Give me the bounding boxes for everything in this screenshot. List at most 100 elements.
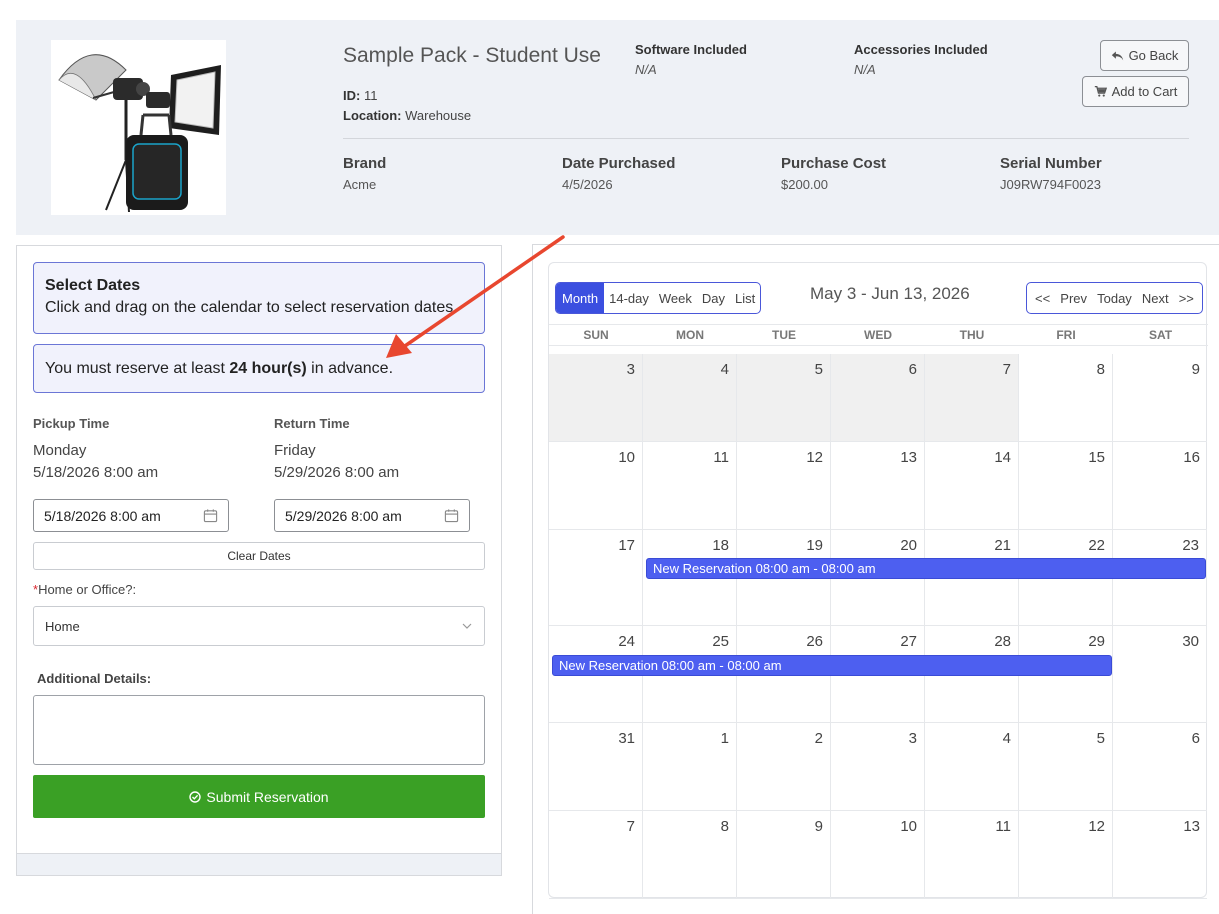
advance-notice-text: You must reserve at least 24 hour(s) in …: [45, 360, 393, 378]
return-date-input[interactable]: 5/29/2026 8:00 am: [274, 499, 470, 532]
day-number: 9: [1191, 361, 1200, 378]
pickup-date-input[interactable]: 5/18/2026 8:00 am: [33, 499, 229, 532]
submit-reservation-button[interactable]: Submit Reservation: [33, 775, 485, 818]
next-button[interactable]: Next: [1142, 291, 1169, 306]
brand: Brand Acme: [343, 155, 386, 192]
calendar-day-cell[interactable]: 5: [1019, 723, 1113, 810]
accessories-included: Accessories Included N/A: [854, 42, 988, 77]
calendar-day-cell[interactable]: 4: [925, 723, 1019, 810]
day-number: 13: [900, 449, 917, 466]
advance-notice: You must reserve at least 24 hour(s) in …: [33, 344, 485, 393]
calendar-day-cell[interactable]: 3: [831, 723, 925, 810]
day-number: 7: [1002, 361, 1011, 378]
go-back-label: Go Back: [1128, 48, 1179, 63]
home-office-select[interactable]: Home: [33, 606, 485, 646]
calendar-grid: 3 4 5 6 7 8 9 10 11 12 13 14 15 16 17 18 19 20 21 22 23 New R…: [549, 354, 1207, 899]
today-button[interactable]: Today: [1097, 291, 1132, 306]
calendar-day-cell[interactable]: 13: [831, 442, 925, 529]
return-day: Friday: [274, 442, 316, 459]
calendar-section-border: [532, 244, 1219, 245]
view-day-button[interactable]: Day: [697, 283, 730, 313]
day-number: 3: [626, 361, 635, 378]
calendar-day-cell[interactable]: 1: [643, 723, 737, 810]
calendar-day-cell[interactable]: 8: [1019, 354, 1113, 441]
calendar-day-cell[interactable]: 16: [1113, 442, 1207, 529]
day-number: 8: [1096, 361, 1105, 378]
weekday-tue: TUE: [772, 328, 796, 342]
day-number: 4: [1002, 730, 1011, 747]
product-id-value: 11: [363, 88, 378, 103]
calendar-day-cell[interactable]: 17: [549, 530, 643, 625]
next-year-button[interactable]: >>: [1179, 291, 1194, 306]
calendar-day-cell[interactable]: 7: [925, 354, 1019, 441]
reservation-event[interactable]: New Reservation 08:00 am - 08:00 am: [646, 558, 1206, 579]
calendar-day-cell[interactable]: 9: [737, 811, 831, 898]
calendar-section-divider: [532, 245, 533, 914]
day-number: 24: [618, 633, 635, 650]
calendar-day-cell[interactable]: 5: [737, 354, 831, 441]
calendar-day-cell[interactable]: 10: [549, 442, 643, 529]
advance-prefix: You must reserve at least: [45, 359, 230, 377]
go-back-button[interactable]: Go Back: [1100, 40, 1189, 71]
calendar-day-cell[interactable]: 14: [925, 442, 1019, 529]
calendar-day-cell[interactable]: 11: [925, 811, 1019, 898]
day-number: 10: [618, 449, 635, 466]
view-month-button[interactable]: Month: [556, 283, 605, 313]
pickup-time: Pickup Time Monday 5/18/2026 8:00 am: [33, 416, 158, 481]
calendar-day-cell[interactable]: 30: [1113, 626, 1207, 722]
calendar-day-cell[interactable]: 4: [643, 354, 737, 441]
day-number: 2: [814, 730, 823, 747]
calendar-day-cell[interactable]: 6: [1113, 723, 1207, 810]
calendar-day-cell[interactable]: 11: [643, 442, 737, 529]
additional-details-textarea[interactable]: [33, 695, 485, 765]
reservation-event[interactable]: New Reservation 08:00 am - 08:00 am: [552, 655, 1112, 676]
form-footer: [17, 853, 501, 875]
view-week-button[interactable]: Week: [654, 283, 697, 313]
calendar-day-cell[interactable]: 12: [1019, 811, 1113, 898]
day-number: 11: [995, 818, 1011, 835]
day-number: 17: [618, 537, 635, 554]
calendar-navigation: << Prev Today Next >>: [1026, 282, 1203, 314]
calendar-day-cell[interactable]: 9: [1113, 354, 1207, 441]
date-purchased-label: Date Purchased: [562, 155, 676, 172]
calendar-day-cell[interactable]: 15: [1019, 442, 1113, 529]
weekday-sun: SUN: [583, 328, 609, 342]
prev-year-button[interactable]: <<: [1035, 291, 1050, 306]
add-to-cart-button[interactable]: Add to Cart: [1082, 76, 1189, 107]
purchase-cost-value: $200.00: [781, 177, 828, 192]
day-number: 29: [1088, 633, 1105, 650]
calendar-day-cell[interactable]: 31: [549, 723, 643, 810]
calendar-day-cell[interactable]: 6: [831, 354, 925, 441]
cart-icon: [1094, 85, 1107, 97]
day-number: 14: [994, 449, 1011, 466]
clear-dates-button[interactable]: Clear Dates: [33, 542, 485, 570]
calendar-icon: [444, 509, 459, 523]
home-office-select-value: Home: [45, 618, 80, 634]
select-dates-title: Select Dates: [45, 277, 141, 294]
weekday-mon: MON: [676, 328, 704, 342]
chevron-down-icon: [462, 623, 472, 629]
product-location-value: Warehouse: [405, 108, 472, 123]
calendar-day-cell[interactable]: 8: [643, 811, 737, 898]
view-14-day-button[interactable]: 14-day: [604, 283, 654, 313]
calendar-day-cell[interactable]: 13: [1113, 811, 1207, 898]
weekday-thu: THU: [959, 328, 985, 342]
calendar-day-cell[interactable]: 2: [737, 723, 831, 810]
day-number: 6: [1191, 730, 1200, 747]
day-number: 26: [806, 633, 823, 650]
calendar-day-cell[interactable]: 10: [831, 811, 925, 898]
product-id-label: ID:: [343, 88, 361, 103]
calendar-day-cell[interactable]: 12: [737, 442, 831, 529]
weekday-wed: WED: [864, 328, 892, 342]
home-office-label: *Home or Office?:: [33, 582, 136, 597]
date-purchased: Date Purchased 4/5/2026: [562, 155, 675, 192]
prev-button[interactable]: Prev: [1060, 291, 1087, 306]
calendar-day-cell[interactable]: 3: [549, 354, 643, 441]
header-divider: [343, 138, 1189, 139]
calendar-day-cell[interactable]: 7: [549, 811, 643, 898]
date-purchased-value: 4/5/2026: [562, 177, 613, 192]
view-list-button[interactable]: List: [730, 283, 760, 313]
day-number: 27: [900, 633, 917, 650]
day-number: 11: [713, 449, 729, 466]
day-number: 16: [1183, 449, 1200, 466]
